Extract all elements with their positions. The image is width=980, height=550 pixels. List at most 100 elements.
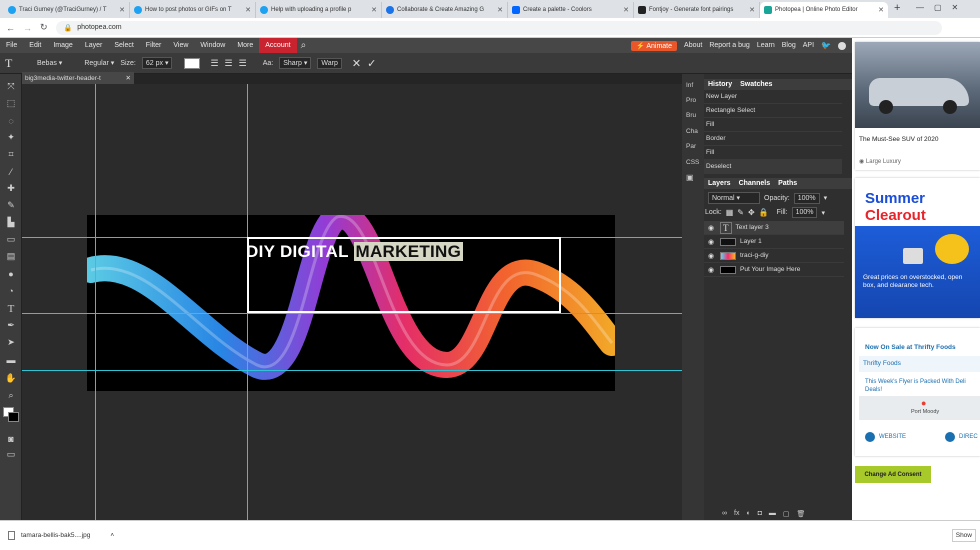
canvas-area[interactable]: DIY DIGITAL MARKETING: [22, 84, 682, 520]
path-select-icon[interactable]: ➤: [4, 336, 18, 349]
close-icon[interactable]: ✕: [371, 6, 377, 14]
download-file-name[interactable]: tamara-bellis-bak5....jpg: [21, 532, 90, 539]
mask-icon[interactable]: ◘: [758, 510, 762, 518]
history-item[interactable]: Rectangle Select: [704, 104, 842, 118]
search-icon[interactable]: ⌕: [301, 40, 307, 51]
tab-layers[interactable]: Layers: [708, 180, 731, 187]
close-icon[interactable]: ✕: [623, 6, 629, 14]
change-ad-consent-button[interactable]: Change Ad Consent: [855, 466, 931, 483]
lock-all-icon[interactable]: 🔒: [759, 208, 769, 217]
font-size-input[interactable]: 62 px ▾: [141, 57, 173, 69]
tab-paths[interactable]: Paths: [778, 180, 797, 187]
panel-brush[interactable]: Bru: [686, 112, 696, 119]
history-item[interactable]: Fill: [704, 146, 842, 160]
panel-info[interactable]: Inf: [686, 82, 693, 89]
warp-button[interactable]: Warp: [317, 57, 342, 69]
facebook-icon[interactable]: [838, 41, 846, 50]
menu-account[interactable]: Account: [259, 38, 297, 53]
new-tab-icon[interactable]: +: [894, 2, 900, 14]
menu-image[interactable]: Image: [47, 38, 78, 53]
browser-tab[interactable]: Help with uploading a profile p ✕: [256, 2, 382, 18]
close-icon[interactable]: ✕: [497, 6, 503, 14]
menu-filter[interactable]: Filter: [140, 38, 168, 53]
reload-icon[interactable]: ↻: [40, 22, 48, 33]
browser-tab[interactable]: Fontjoy - Generate font pairings ✕: [634, 2, 760, 18]
magic-wand-icon[interactable]: ✦: [4, 131, 18, 144]
tab-channels[interactable]: Channels: [739, 180, 771, 187]
headline-text[interactable]: DIY DIGITAL MARKETING: [246, 242, 464, 262]
opacity-input[interactable]: 100%: [793, 192, 820, 204]
browser-tab[interactable]: How to post photos or GIFs on T ✕: [130, 2, 256, 18]
align-right-icon[interactable]: ☰: [239, 58, 247, 69]
eye-icon[interactable]: ◉: [708, 266, 716, 274]
show-all-button[interactable]: Show: [951, 529, 976, 542]
guide-line[interactable]: [95, 84, 96, 520]
adjustment-icon[interactable]: ◐: [746, 510, 750, 518]
font-family-select[interactable]: Bebas ▾: [37, 59, 62, 67]
hand-tool-icon[interactable]: ✋: [4, 372, 18, 385]
history-item[interactable]: Border: [704, 132, 842, 146]
menu-learn[interactable]: Learn: [757, 38, 775, 53]
close-icon[interactable]: ✕: [126, 74, 131, 82]
blend-mode-select[interactable]: Normal ▾: [708, 192, 760, 204]
blur-tool-icon[interactable]: ●: [4, 267, 18, 280]
healing-brush-icon[interactable]: ✚: [4, 182, 18, 195]
layer-row[interactable]: ◉ Put Your Image Here: [704, 263, 844, 277]
url-field[interactable]: 🔒 photopea.com: [55, 20, 942, 35]
menu-report-bug[interactable]: Report a bug: [709, 38, 749, 53]
directions-button[interactable]: DIREC: [945, 432, 978, 442]
dodge-tool-icon[interactable]: ◔: [4, 284, 18, 297]
document-tab[interactable]: big3media-twitter-header-t ✕: [22, 72, 134, 84]
cancel-icon[interactable]: ✕: [352, 57, 361, 70]
car-ad[interactable]: Ad The Must-See SUV of 2020 ◉ Large Luxu…: [855, 42, 980, 170]
lock-pixels-icon[interactable]: ✎: [737, 208, 744, 217]
new-layer-icon[interactable]: ▢: [783, 510, 790, 518]
menu-edit[interactable]: Edit: [23, 38, 47, 53]
zoom-tool-icon[interactable]: ⌕: [4, 389, 18, 402]
animate-button[interactable]: ⚡ Animate: [631, 40, 678, 51]
trash-icon[interactable]: 🗑: [797, 510, 806, 518]
eye-icon[interactable]: ◉: [708, 224, 716, 232]
summer-ad[interactable]: Summer Clearout Great prices on overstoc…: [855, 178, 980, 318]
chevron-up-icon[interactable]: ˄: [110, 532, 114, 539]
move-tool-icon[interactable]: ⤧: [4, 80, 18, 93]
browser-tab[interactable]: Create a palette - Coolors ✕: [508, 2, 634, 18]
tab-history[interactable]: History: [708, 81, 732, 88]
shape-tool-icon[interactable]: ▬: [4, 353, 18, 366]
menu-about[interactable]: About: [684, 38, 702, 53]
history-item[interactable]: Fill: [704, 118, 842, 132]
browser-tab-active[interactable]: Photopea | Online Photo Editor ✕: [760, 2, 888, 18]
pen-tool-icon[interactable]: ✒: [4, 319, 18, 332]
gradient-tool-icon[interactable]: ▤: [4, 250, 18, 263]
type-tool-icon[interactable]: T: [4, 302, 18, 315]
guide-line[interactable]: [22, 370, 682, 371]
browser-tab[interactable]: Traci Gurney (@TraciGurney) / T ✕: [4, 2, 130, 18]
browser-tab[interactable]: Collaborate & Create Amazing G ✕: [382, 2, 508, 18]
lasso-tool-icon[interactable]: ◌: [4, 114, 18, 127]
close-icon[interactable]: ✕: [878, 6, 884, 14]
layer-row[interactable]: ◉ Layer 1: [704, 235, 844, 249]
menu-file[interactable]: File: [0, 38, 23, 53]
clone-stamp-icon[interactable]: ▙: [4, 216, 18, 229]
font-style-select[interactable]: Regular ▾: [84, 59, 114, 67]
history-item-current[interactable]: Deselect: [704, 160, 842, 174]
menu-select[interactable]: Select: [108, 38, 139, 53]
antialias-select[interactable]: Sharp ▾: [279, 57, 312, 69]
thrifty-ad[interactable]: Now On Sale at Thrifty Foods Thrifty Foo…: [855, 328, 980, 456]
guide-line[interactable]: [22, 313, 682, 314]
menu-view[interactable]: View: [167, 38, 194, 53]
forward-icon[interactable]: →: [23, 23, 32, 33]
align-center-icon[interactable]: ☰: [225, 58, 233, 69]
crop-tool-icon[interactable]: ⌗: [4, 148, 18, 161]
close-icon[interactable]: ✕: [749, 6, 755, 14]
eye-icon[interactable]: ◉: [708, 238, 716, 246]
link-icon[interactable]: ∞: [722, 510, 727, 518]
chevron-down-icon[interactable]: ▾: [821, 209, 825, 217]
background-color-swatch[interactable]: [8, 412, 19, 422]
close-icon[interactable]: ✕: [245, 6, 251, 14]
website-button[interactable]: WEBSITE: [865, 432, 906, 442]
lock-position-icon[interactable]: ✥: [748, 208, 755, 217]
fill-input[interactable]: 100%: [791, 207, 818, 218]
image-icon[interactable]: ▣: [686, 173, 694, 182]
panel-character[interactable]: Cha: [686, 128, 698, 135]
